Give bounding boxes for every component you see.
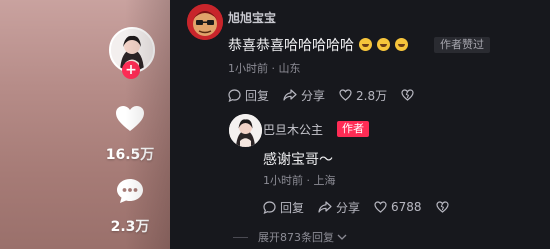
author-liked-tag: 作者赞过 — [434, 37, 490, 53]
comment-like-count: 2.8万 — [356, 88, 388, 103]
reply-label: 回复 — [245, 88, 270, 103]
share-arrow-icon — [283, 88, 297, 101]
comment-actions: 回复 分享 2.8万 — [228, 86, 432, 104]
share-button[interactable]: 分享 — [318, 199, 360, 216]
reply-button[interactable]: 回复 — [228, 87, 269, 104]
heart-outline-icon — [339, 89, 352, 101]
reply-like-count: 6788 — [391, 200, 422, 214]
reply-author-avatar[interactable] — [229, 114, 262, 147]
creator-avatar-image-icon — [111, 29, 153, 71]
reply-time-location: 1小时前 · 上海 — [263, 174, 336, 187]
share-arrow-icon — [318, 200, 332, 213]
reply-bubble-icon — [263, 200, 276, 214]
comment-time-location: 1小时前 · 山东 — [228, 62, 301, 75]
reply-text: 感谢宝哥～ — [263, 152, 333, 168]
share-button[interactable]: 分享 — [283, 87, 325, 104]
dislike-button[interactable] — [435, 201, 453, 213]
video-preview[interactable]: + 16.5万 2.3万 — [0, 0, 170, 249]
share-label: 分享 — [301, 88, 326, 103]
expand-replies-label: 展开873条回复 — [258, 231, 334, 244]
comment-bubble-icon[interactable] — [116, 178, 144, 204]
follow-plus-icon[interactable]: + — [122, 61, 140, 79]
grin-emoji-icon — [359, 38, 372, 51]
chevron-down-icon — [337, 234, 347, 240]
comment-count: 2.3万 — [110, 219, 150, 235]
heart-outline-icon — [374, 201, 387, 213]
reply-label: 回复 — [280, 200, 305, 215]
broken-heart-icon — [401, 89, 414, 101]
commenter-avatar-image-icon — [187, 4, 223, 40]
author-badge: 作者 — [337, 121, 369, 137]
reply-author-username[interactable]: 巴旦木公主 — [263, 121, 323, 138]
reply-actions: 回复 分享 6788 — [263, 198, 467, 216]
creator-avatar[interactable] — [109, 27, 155, 73]
reply-bubble-icon — [228, 88, 241, 102]
heart-icon[interactable] — [115, 105, 145, 132]
commenter-username[interactable]: 旭旭宝宝 — [228, 9, 276, 26]
share-label: 分享 — [336, 200, 361, 215]
comment-text-content: 恭喜恭喜哈哈哈哈哈 — [228, 38, 354, 54]
comment-action[interactable]: 2.3万 — [104, 178, 156, 236]
comment-panel: 旭旭宝宝 恭喜恭喜哈哈哈哈哈 作者赞过 1小时前 · 山东 回复 分享 2.8万 — [170, 0, 550, 249]
like-action[interactable]: 16.5万 — [104, 105, 156, 164]
grin-emoji-icon — [377, 38, 390, 51]
commenter-avatar[interactable] — [187, 4, 223, 40]
broken-heart-icon — [435, 201, 449, 213]
comment-text: 恭喜恭喜哈哈哈哈哈 — [228, 35, 408, 55]
divider-line — [233, 236, 248, 238]
dislike-button[interactable] — [401, 89, 418, 101]
expand-replies-button[interactable]: 展开873条回复 — [233, 228, 347, 246]
grin-emoji-icon — [395, 38, 408, 51]
reply-like-button[interactable]: 6788 — [374, 200, 422, 214]
reply-button[interactable]: 回复 — [263, 199, 304, 216]
reply-author-avatar-image-icon — [229, 114, 262, 147]
like-count: 16.5万 — [105, 147, 155, 163]
comment-like-button[interactable]: 2.8万 — [339, 87, 387, 104]
